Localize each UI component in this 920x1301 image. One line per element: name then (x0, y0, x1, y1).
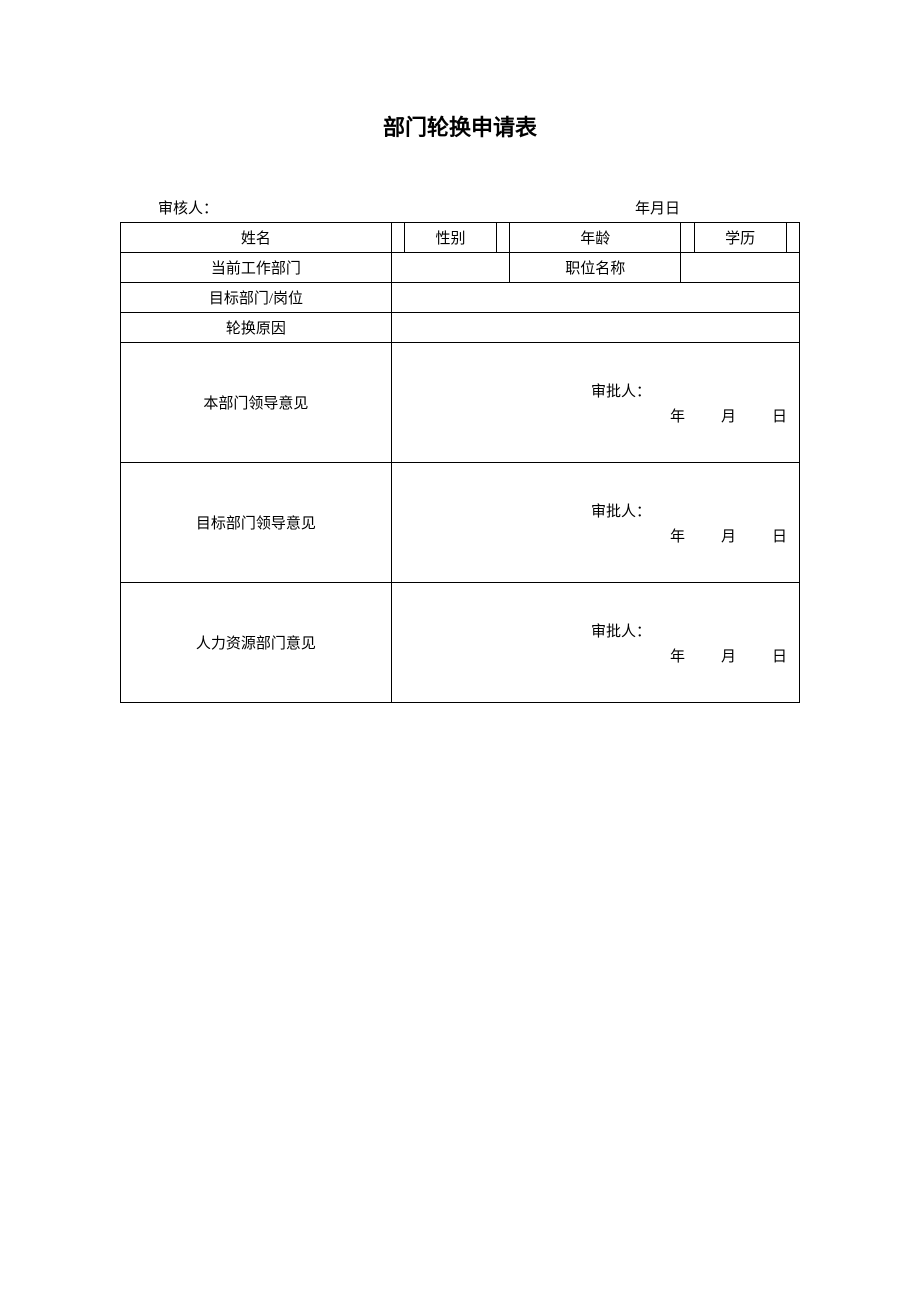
month-label: 月 (721, 645, 736, 666)
opinion-inner: 审批人： 年 月 日 (394, 380, 797, 426)
current-dept-value[interactable] (391, 253, 509, 283)
target-dept-value[interactable] (391, 283, 799, 313)
gender-label: 性别 (404, 223, 496, 253)
hr-opinion-value[interactable]: 审批人： 年 月 日 (391, 583, 799, 703)
document-page: 部门轮换申请表 审核人： 年月日 姓名 性别 年龄 学历 当前工作部门 职位名称… (0, 0, 920, 703)
year-label: 年 (670, 645, 685, 666)
opinion-inner: 审批人： 年 月 日 (394, 620, 797, 666)
day-label: 日 (772, 525, 787, 546)
day-label: 日 (772, 645, 787, 666)
target-dept-opinion-value[interactable]: 审批人： 年 月 日 (391, 463, 799, 583)
table-row: 本部门领导意见 审批人： 年 月 日 (121, 343, 800, 463)
table-row: 轮换原因 (121, 313, 800, 343)
table-row: 姓名 性别 年龄 学历 (121, 223, 800, 253)
name-value[interactable] (391, 223, 404, 253)
date-line: 年 月 日 (670, 645, 797, 666)
reason-value[interactable] (391, 313, 799, 343)
approver-label: 审批人： (591, 500, 797, 521)
date-line: 年 月 日 (670, 405, 797, 426)
year-label: 年 (670, 525, 685, 546)
target-dept-opinion-label: 目标部门领导意见 (121, 463, 392, 583)
application-form-table: 姓名 性别 年龄 学历 当前工作部门 职位名称 目标部门/岗位 轮换原因 本部门… (120, 222, 800, 703)
date-line: 年 月 日 (670, 525, 797, 546)
table-row: 人力资源部门意见 审批人： 年 月 日 (121, 583, 800, 703)
position-value[interactable] (681, 253, 800, 283)
header-date-label: 年月日 (460, 197, 800, 218)
document-title: 部门轮换申请表 (120, 110, 800, 142)
education-value[interactable] (786, 223, 799, 253)
education-label: 学历 (694, 223, 786, 253)
position-label: 职位名称 (510, 253, 681, 283)
table-row: 目标部门/岗位 (121, 283, 800, 313)
current-dept-label: 当前工作部门 (121, 253, 392, 283)
name-label: 姓名 (121, 223, 392, 253)
hr-opinion-label: 人力资源部门意见 (121, 583, 392, 703)
reason-label: 轮换原因 (121, 313, 392, 343)
target-dept-label: 目标部门/岗位 (121, 283, 392, 313)
opinion-inner: 审批人： 年 月 日 (394, 500, 797, 546)
own-dept-opinion-label: 本部门领导意见 (121, 343, 392, 463)
day-label: 日 (772, 405, 787, 426)
header-row: 审核人： 年月日 (120, 197, 800, 222)
own-dept-opinion-value[interactable]: 审批人： 年 月 日 (391, 343, 799, 463)
age-value[interactable] (681, 223, 694, 253)
approver-label: 审批人： (591, 380, 797, 401)
year-label: 年 (670, 405, 685, 426)
reviewer-label: 审核人： (120, 197, 460, 218)
age-label: 年龄 (510, 223, 681, 253)
month-label: 月 (721, 525, 736, 546)
approver-label: 审批人： (591, 620, 797, 641)
month-label: 月 (721, 405, 736, 426)
gender-value[interactable] (497, 223, 510, 253)
table-row: 当前工作部门 职位名称 (121, 253, 800, 283)
table-row: 目标部门领导意见 审批人： 年 月 日 (121, 463, 800, 583)
